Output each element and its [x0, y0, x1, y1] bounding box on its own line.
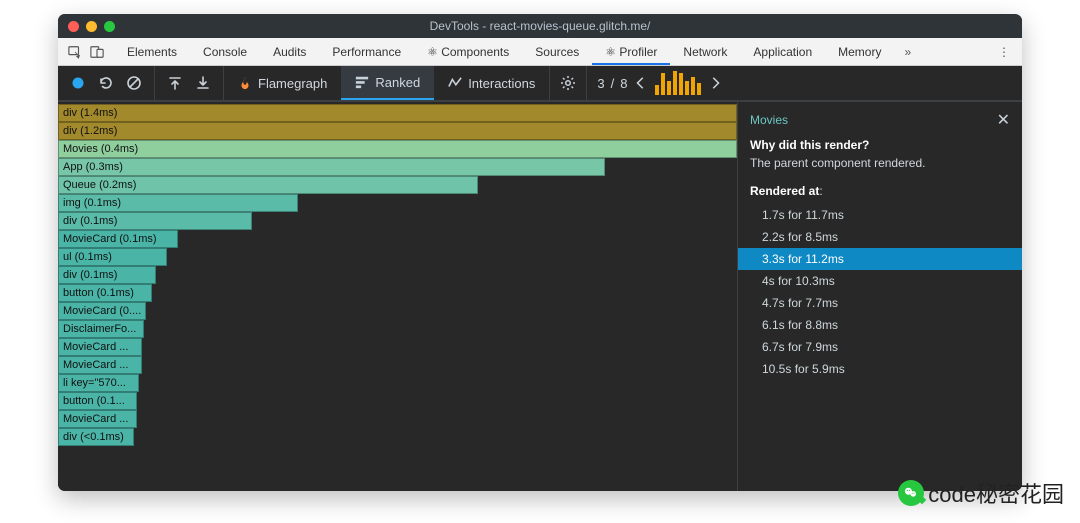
rendered-at-item[interactable]: 10.5s for 5.9ms	[754, 358, 1010, 380]
commit-bar[interactable]	[697, 83, 701, 95]
rendered-at-title: Rendered at	[750, 184, 819, 198]
export-button[interactable]	[195, 75, 211, 91]
ranked-chart: div (1.4ms)div (1.2ms)Movies (0.4ms)App …	[58, 102, 737, 491]
ranked-bar[interactable]: img (0.1ms)	[58, 194, 298, 212]
import-button[interactable]	[167, 75, 183, 91]
devtools-menu-button[interactable]: ⋮	[986, 38, 1022, 65]
profiler-sidebar: Movies ✕ Why did this render? The parent…	[737, 102, 1022, 491]
interactions-label: Interactions	[468, 76, 535, 91]
ranked-bar[interactable]: MovieCard ...	[58, 356, 142, 374]
tab--profiler[interactable]: ⚛ Profiler	[592, 38, 670, 65]
rendered-at-item[interactable]: 6.7s for 7.9ms	[754, 336, 1010, 358]
commit-sep: /	[611, 76, 615, 91]
settings-icon[interactable]	[560, 75, 576, 91]
rendered-at-item[interactable]: 6.1s for 8.8ms	[754, 314, 1010, 336]
watermark: code秘密花园	[898, 477, 1064, 509]
tab-elements[interactable]: Elements	[114, 38, 190, 65]
clear-button[interactable]	[126, 75, 142, 91]
commit-bars-chart[interactable]	[655, 71, 701, 95]
ranked-tab[interactable]: Ranked	[341, 66, 434, 100]
tab-network[interactable]: Network	[670, 38, 740, 65]
rendered-at-item[interactable]: 4s for 10.3ms	[754, 270, 1010, 292]
ranked-bar[interactable]: button (0.1ms)	[58, 284, 152, 302]
titlebar: DevTools - react-movies-queue.glitch.me/	[58, 14, 1022, 38]
tab-memory[interactable]: Memory	[825, 38, 894, 65]
rendered-at-item[interactable]: 3.3s for 11.2ms	[738, 248, 1022, 270]
commit-bar[interactable]	[679, 73, 683, 95]
window-title: DevTools - react-movies-queue.glitch.me/	[58, 19, 1022, 33]
tab--components[interactable]: ⚛ Components	[414, 38, 522, 65]
interactions-icon	[448, 76, 462, 90]
ranked-bar[interactable]: div (1.2ms)	[58, 122, 737, 140]
tab-application[interactable]: Application	[740, 38, 825, 65]
why-render-title: Why did this render?	[750, 138, 869, 152]
watermark-text: code秘密花园	[928, 477, 1064, 509]
why-render-reason: The parent component rendered.	[750, 156, 1010, 170]
device-toolbar-icon[interactable]	[90, 45, 104, 59]
tab-sources[interactable]: Sources	[522, 38, 592, 65]
ranked-bar[interactable]: MovieCard (0....	[58, 302, 146, 320]
ranked-bar[interactable]: div (0.1ms)	[58, 266, 156, 284]
commit-total: 8	[620, 76, 627, 91]
tab-performance[interactable]: Performance	[319, 38, 414, 65]
rendered-at-list: 1.7s for 11.7ms2.2s for 8.5ms3.3s for 11…	[750, 204, 1010, 380]
commit-bar[interactable]	[667, 81, 671, 95]
ranked-bar[interactable]: li key="570...	[58, 374, 139, 392]
ranked-bar[interactable]: DisclaimerFo...	[58, 320, 144, 338]
inspect-element-icon[interactable]	[68, 45, 82, 59]
ranked-bar[interactable]: button (0.1...	[58, 392, 137, 410]
flame-icon	[238, 76, 252, 90]
ranked-bar[interactable]: div (0.1ms)	[58, 212, 252, 230]
ranked-bar[interactable]: MovieCard ...	[58, 338, 142, 356]
prev-commit-button[interactable]	[633, 75, 649, 91]
close-sidebar-button[interactable]: ✕	[997, 110, 1010, 130]
commit-current: 3	[597, 76, 604, 91]
flamegraph-label: Flamegraph	[258, 76, 327, 91]
ranked-bar[interactable]: Movies (0.4ms)	[58, 140, 737, 158]
commit-bar[interactable]	[691, 77, 695, 95]
record-button[interactable]	[70, 75, 86, 91]
ranked-icon	[355, 75, 369, 89]
interactions-tab[interactable]: Interactions	[434, 66, 550, 100]
commit-bar[interactable]	[673, 71, 677, 95]
devtools-window: DevTools - react-movies-queue.glitch.me/…	[58, 14, 1022, 491]
ranked-bar[interactable]: div (1.4ms)	[58, 104, 737, 122]
commit-bar[interactable]	[655, 85, 659, 95]
ranked-bar[interactable]: App (0.3ms)	[58, 158, 605, 176]
devtools-tabs: ElementsConsoleAuditsPerformance⚛ Compon…	[58, 38, 1022, 66]
reload-button[interactable]	[98, 75, 114, 91]
rendered-at-item[interactable]: 1.7s for 11.7ms	[754, 204, 1010, 226]
commit-bar[interactable]	[661, 73, 665, 95]
flamegraph-tab[interactable]: Flamegraph	[224, 66, 341, 100]
rendered-at-item[interactable]: 4.7s for 7.7ms	[754, 292, 1010, 314]
profiler-body: div (1.4ms)div (1.2ms)Movies (0.4ms)App …	[58, 102, 1022, 491]
ranked-bar[interactable]: ul (0.1ms)	[58, 248, 167, 266]
tab-leading-icons	[58, 38, 114, 65]
commit-navigator: 3 / 8	[586, 66, 723, 100]
ranked-label: Ranked	[375, 75, 420, 90]
commit-bar[interactable]	[685, 81, 689, 95]
tab-console[interactable]: Console	[190, 38, 260, 65]
ranked-bar[interactable]: Queue (0.2ms)	[58, 176, 478, 194]
ranked-bar[interactable]: div (<0.1ms)	[58, 428, 134, 446]
selected-component-name: Movies	[750, 113, 788, 127]
rendered-at-item[interactable]: 2.2s for 8.5ms	[754, 226, 1010, 248]
tab-audits[interactable]: Audits	[260, 38, 319, 65]
ranked-bar[interactable]: MovieCard ...	[58, 410, 137, 428]
next-commit-button[interactable]	[707, 75, 723, 91]
profiler-toolbar: Flamegraph Ranked Interactions 3 / 8	[58, 66, 1022, 102]
ranked-bar[interactable]: MovieCard (0.1ms)	[58, 230, 178, 248]
wechat-icon	[898, 480, 924, 506]
tabs-overflow-button[interactable]: »	[894, 38, 921, 65]
